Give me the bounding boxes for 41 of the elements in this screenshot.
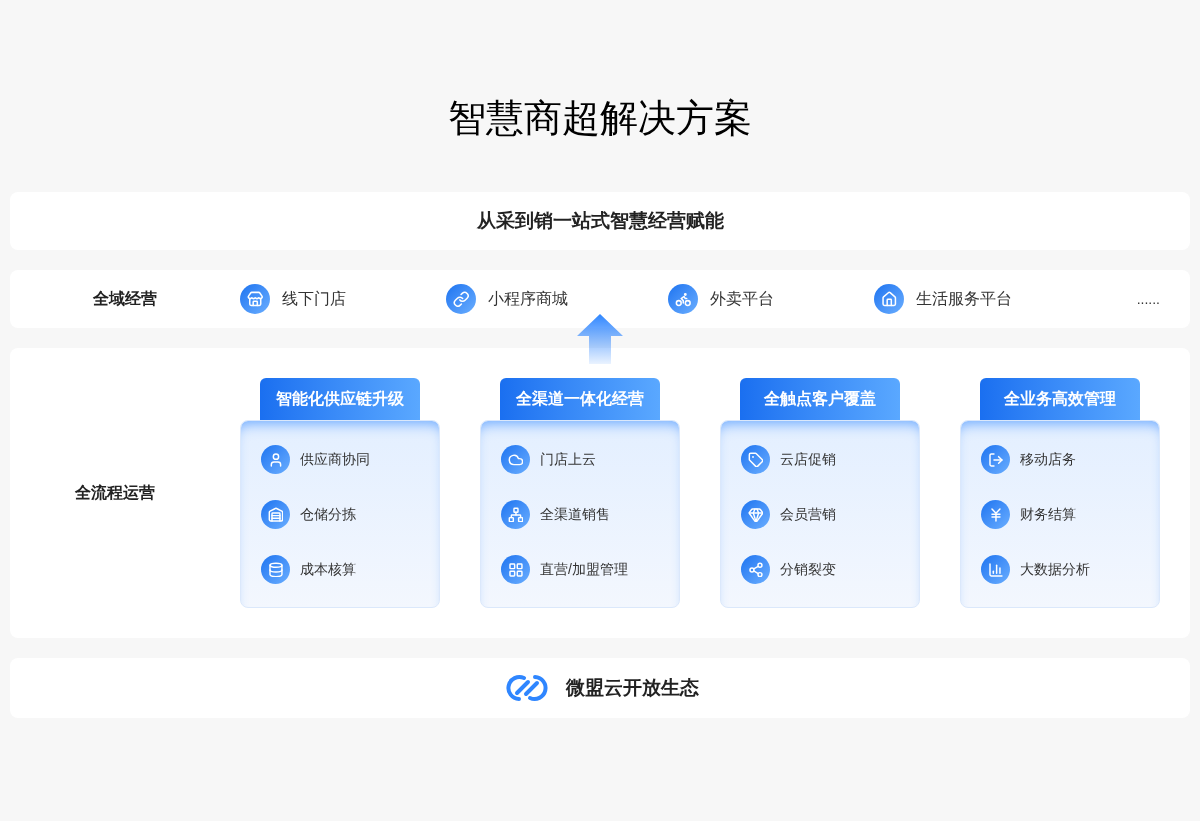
share-icon — [741, 555, 770, 584]
cloud-icon — [501, 445, 530, 474]
tag-icon — [741, 445, 770, 474]
user-icon — [261, 445, 290, 474]
more-text: ...... — [1136, 289, 1160, 309]
ecosystem-text: 微盟云开放生态 — [565, 675, 699, 700]
feature-label: 供应商协同 — [300, 450, 370, 469]
grid-icon — [501, 555, 530, 584]
feature-label: 云店促销 — [780, 450, 836, 469]
column-heading: 全业务高效管理 — [980, 378, 1140, 420]
column-heading: 智能化供应链升级 — [260, 378, 420, 420]
database-icon — [261, 555, 290, 584]
feature-label: 分销裂变 — [780, 560, 836, 579]
feature-label: 移动店务 — [1020, 450, 1076, 469]
column-heading: 全触点客户覆盖 — [740, 378, 900, 420]
warehouse-icon — [261, 500, 290, 529]
row-label: 全域经营 — [93, 289, 157, 309]
bar-chart-icon — [981, 555, 1010, 584]
page-title: 智慧商超解决方案 — [448, 96, 752, 141]
channel-label: 线下门店 — [282, 289, 346, 309]
channel-label: 外卖平台 — [710, 289, 774, 309]
row-label: 全流程运营 — [75, 483, 155, 503]
network-icon — [501, 500, 530, 529]
house-icon — [874, 284, 904, 314]
bike-icon — [668, 284, 698, 314]
up-arrow-icon — [577, 314, 623, 364]
feature-label: 门店上云 — [540, 450, 596, 469]
feature-label: 全渠道销售 — [540, 505, 610, 524]
feature-label: 仓储分拣 — [300, 505, 356, 524]
feature-label: 财务结算 — [1020, 505, 1076, 524]
feature-label: 成本核算 — [300, 560, 356, 579]
banner-text: 从采到销一站式智慧经营赋能 — [476, 208, 724, 233]
feature-label: 会员营销 — [780, 505, 836, 524]
channel-label: 生活服务平台 — [916, 289, 1012, 309]
column-heading: 全渠道一体化经营 — [500, 378, 660, 420]
link-icon — [446, 284, 476, 314]
yen-icon — [981, 500, 1010, 529]
channel-label: 小程序商城 — [488, 289, 568, 309]
feature-label: 直营/加盟管理 — [540, 560, 628, 579]
feature-label: 大数据分析 — [1020, 560, 1090, 579]
storefront-icon — [240, 284, 270, 314]
